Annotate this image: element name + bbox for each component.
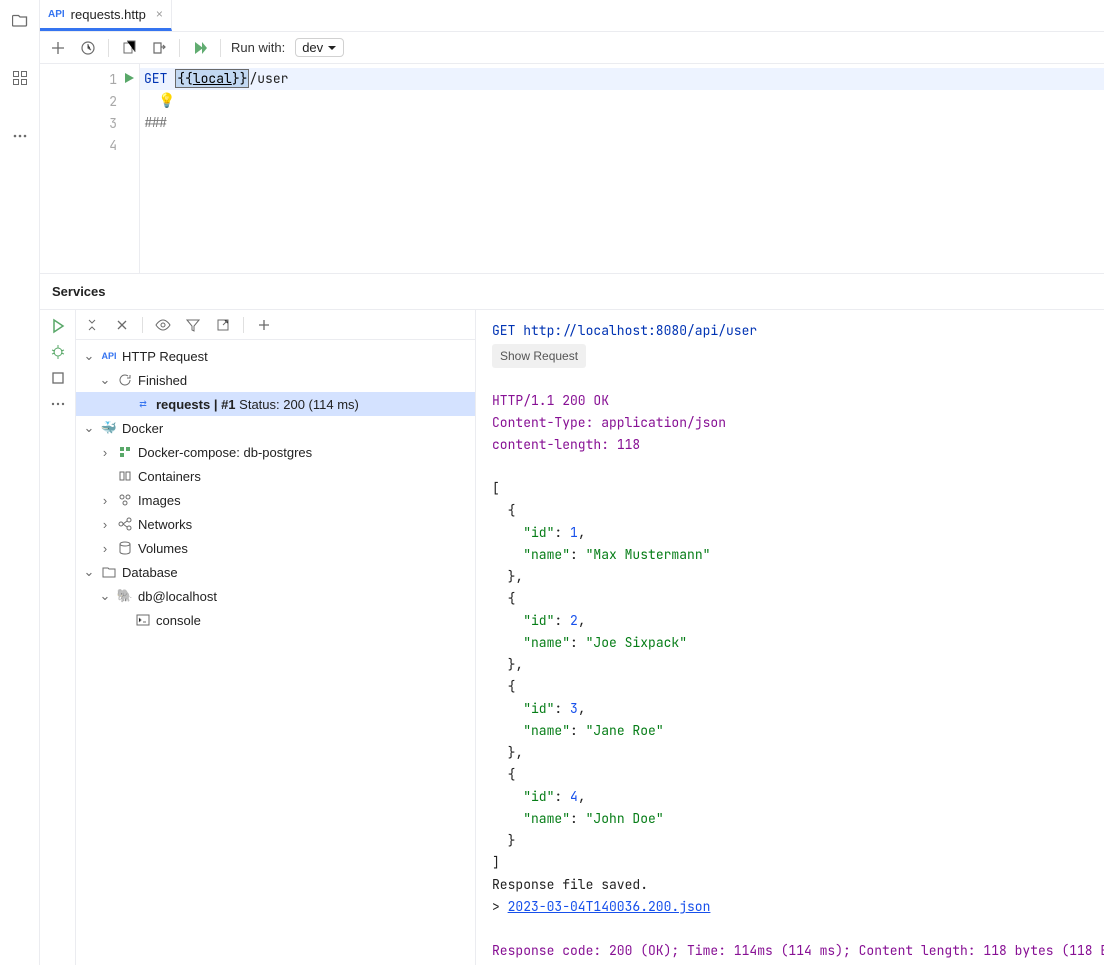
request-icon: ⇄: [134, 399, 152, 410]
intention-bulb-icon[interactable]: 💡: [144, 92, 175, 110]
chevron-right-icon[interactable]: ›: [98, 493, 112, 508]
refresh-icon: [116, 373, 134, 387]
code-editor[interactable]: 1 2 3 4 GET {{local}}/user 💡 ###: [40, 64, 1104, 274]
project-icon[interactable]: [6, 6, 34, 34]
folder-icon: [100, 565, 118, 579]
tab-filename: requests.http: [71, 7, 146, 22]
tree-node-database[interactable]: ⌄ Database: [76, 560, 475, 584]
stop-icon[interactable]: [48, 368, 68, 388]
left-tool-rail: [0, 0, 40, 965]
tree-node-containers[interactable]: Containers: [76, 464, 475, 488]
more-vert-icon[interactable]: [48, 394, 68, 414]
import-icon[interactable]: [149, 38, 169, 58]
compose-icon: [116, 445, 134, 459]
services-toolbar-left: [40, 310, 76, 965]
line-number: 2: [109, 93, 117, 110]
line-number: 1: [109, 71, 117, 88]
chevron-right-icon[interactable]: ›: [98, 517, 112, 532]
view-icon[interactable]: [153, 315, 173, 335]
volumes-icon: [116, 541, 134, 555]
line-number: 3: [109, 115, 117, 132]
chevron-down-icon[interactable]: ⌄: [98, 588, 112, 604]
services-panel-title: Services: [40, 274, 1104, 310]
open-icon[interactable]: [213, 315, 233, 335]
chevron-down-icon[interactable]: ⌄: [82, 348, 96, 364]
response-file-link[interactable]: 2023-03-04T140036.200.json: [508, 898, 711, 915]
response-viewer[interactable]: GET http://localhost:8080/api/user Show …: [476, 310, 1104, 965]
http-method: GET: [144, 70, 167, 87]
history-icon[interactable]: [78, 38, 98, 58]
http-icon: API: [100, 351, 118, 361]
run-line-icon[interactable]: [123, 72, 135, 87]
docker-icon: 🐳: [100, 420, 118, 436]
filter-icon[interactable]: [183, 315, 203, 335]
env-value: dev: [302, 40, 323, 55]
tree-node-finished[interactable]: ⌄ Finished: [76, 368, 475, 392]
close-tree-icon[interactable]: [112, 315, 132, 335]
tree-node-networks[interactable]: › Networks: [76, 512, 475, 536]
response-request-line: GET http://localhost:8080/api/user: [492, 322, 757, 339]
services-panel-body: ⌄ API HTTP Request ⌄ Finished ⇄ requests…: [40, 310, 1104, 965]
response-body: [ { "id": 1, "name": "Max Mustermann" },…: [492, 480, 710, 871]
editor-toolbar: Run with: dev: [40, 32, 1104, 64]
chevron-right-icon[interactable]: ›: [98, 445, 112, 460]
more-icon[interactable]: [6, 122, 34, 150]
editor-tabbar: API requests.http ×: [40, 0, 1104, 32]
url-path: /user: [249, 70, 288, 87]
run-icon[interactable]: [48, 316, 68, 336]
tree-node-console[interactable]: console: [76, 608, 475, 632]
services-tree[interactable]: ⌄ API HTTP Request ⌄ Finished ⇄ requests…: [76, 340, 475, 965]
response-saved-msg: Response file saved.: [492, 876, 648, 893]
tree-node-docker[interactable]: ⌄ 🐳 Docker: [76, 416, 475, 440]
structure-icon[interactable]: [6, 64, 34, 92]
chevron-down-icon[interactable]: ⌄: [82, 564, 96, 580]
chevron-down-icon: [327, 43, 337, 53]
tree-node-request-item[interactable]: ⇄ requests | #1 Status: 200 (114 ms): [76, 392, 475, 416]
main-area: API requests.http × Run with: dev 1 2 3 …: [40, 0, 1104, 965]
console-icon: [134, 613, 152, 627]
run-all-icon[interactable]: [190, 38, 210, 58]
tree-node-images[interactable]: › Images: [76, 488, 475, 512]
add-service-icon[interactable]: [254, 315, 274, 335]
expand-icon[interactable]: [82, 315, 102, 335]
editor-gutter: 1 2 3 4: [40, 64, 140, 273]
close-icon[interactable]: ×: [156, 7, 163, 21]
debug-icon[interactable]: [48, 342, 68, 362]
request-separator: ###: [144, 114, 167, 131]
tree-node-http-request[interactable]: ⌄ API HTTP Request: [76, 344, 475, 368]
tree-node-volumes[interactable]: › Volumes: [76, 536, 475, 560]
response-status-line: HTTP/1.1 200 OK: [492, 392, 609, 409]
tree-node-db-connection[interactable]: ⌄ 🐘 db@localhost: [76, 584, 475, 608]
images-icon: [116, 493, 134, 507]
containers-icon: [116, 469, 134, 483]
postgres-icon: 🐘: [116, 588, 134, 604]
add-icon[interactable]: [48, 38, 68, 58]
response-footer: Response code: 200 (OK); Time: 114ms (11…: [492, 942, 1104, 959]
env-selector[interactable]: dev: [295, 38, 344, 57]
services-tree-panel: ⌄ API HTTP Request ⌄ Finished ⇄ requests…: [76, 310, 476, 965]
show-request-button[interactable]: Show Request: [492, 344, 586, 368]
code-area[interactable]: GET {{local}}/user 💡 ###: [140, 64, 1104, 273]
chevron-right-icon[interactable]: ›: [98, 541, 112, 556]
line-number: 4: [109, 137, 117, 154]
chevron-down-icon[interactable]: ⌄: [98, 372, 112, 388]
tree-node-docker-compose[interactable]: › Docker-compose: db-postgres: [76, 440, 475, 464]
networks-icon: [116, 517, 134, 531]
run-with-label: Run with:: [231, 40, 285, 55]
chevron-down-icon[interactable]: ⌄: [82, 420, 96, 436]
services-tree-toolbar: [76, 310, 475, 340]
template-variable[interactable]: {{local}}: [175, 69, 249, 88]
copy-icon[interactable]: [119, 38, 139, 58]
tab-requests-http[interactable]: API requests.http ×: [40, 0, 172, 31]
api-icon: API: [48, 9, 65, 20]
